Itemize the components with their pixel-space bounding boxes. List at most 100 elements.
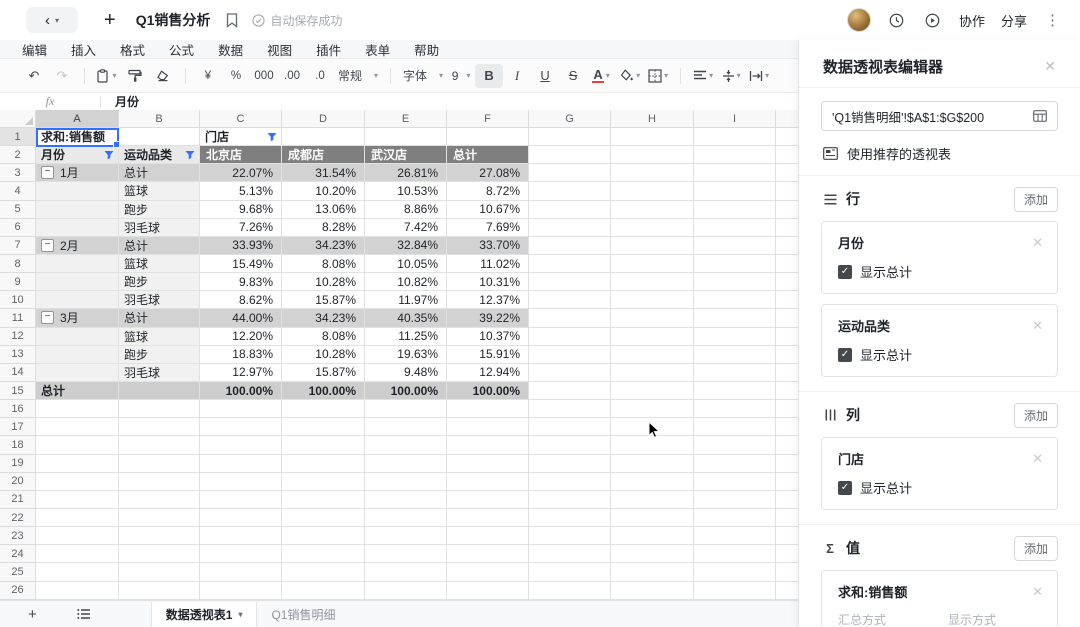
cell-J25[interactable] [776, 563, 798, 582]
cell-A20[interactable] [36, 472, 119, 491]
cell-E5[interactable]: 8.86% [365, 200, 447, 219]
row-header-8[interactable]: 8 [0, 254, 36, 274]
cell-F21[interactable] [447, 490, 529, 509]
cell-F2[interactable]: 总计 [447, 146, 529, 165]
cell-C10[interactable]: 8.62% [200, 291, 282, 310]
cell-H11[interactable] [611, 309, 694, 328]
cell-I18[interactable] [694, 436, 776, 455]
cell-F16[interactable] [447, 400, 529, 419]
cell-F13[interactable]: 15.91% [447, 345, 529, 364]
cell-H4[interactable] [611, 182, 694, 201]
cell-D2[interactable]: 成都店 [282, 146, 365, 165]
cell-J17[interactable] [776, 418, 798, 437]
cell-H25[interactable] [611, 563, 694, 582]
decrease-decimal-button[interactable]: .0 [306, 64, 334, 88]
cell-G24[interactable] [529, 545, 611, 564]
cell-H24[interactable] [611, 545, 694, 564]
cell-E15[interactable]: 100.00% [365, 381, 447, 401]
cell-I23[interactable] [694, 527, 776, 546]
column-header-D[interactable]: D [282, 110, 365, 128]
remove-field-icon[interactable]: ✕ [1032, 318, 1043, 334]
cell-C4[interactable]: 5.13% [200, 182, 282, 201]
cell-C17[interactable] [200, 418, 282, 437]
cell-E25[interactable] [365, 563, 447, 582]
cell-B10[interactable]: 羽毛球 [119, 291, 200, 310]
formula-bar[interactable]: fx 月份 [0, 93, 798, 111]
cell-H16[interactable] [611, 400, 694, 419]
increase-decimal-button[interactable]: .00 [278, 64, 306, 88]
cell-G7[interactable] [529, 236, 611, 255]
italic-button[interactable]: I [503, 64, 531, 88]
cell-H1[interactable] [611, 128, 694, 147]
currency-format-button[interactable]: ¥ [194, 64, 222, 88]
cell-B21[interactable] [119, 490, 200, 509]
back-button[interactable]: ‹ ▾ [26, 7, 78, 33]
cell-E19[interactable] [365, 454, 447, 473]
borders-button[interactable]: ▾ [644, 64, 672, 88]
thousands-separator-button[interactable]: 000 [250, 64, 278, 88]
cell-I6[interactable] [694, 218, 776, 237]
cell-D7[interactable]: 34.23% [282, 236, 365, 255]
cell-D1[interactable] [282, 128, 365, 147]
remove-field-icon[interactable]: ✕ [1032, 584, 1043, 600]
cell-G3[interactable] [529, 164, 611, 183]
strikethrough-button[interactable]: S [559, 64, 587, 88]
cell-A23[interactable] [36, 527, 119, 546]
cell-B26[interactable] [119, 581, 200, 600]
cell-F12[interactable]: 10.37% [447, 327, 529, 346]
row-header-10[interactable]: 10 [0, 291, 36, 310]
cell-J24[interactable] [776, 545, 798, 564]
row-header-15[interactable]: 15 [0, 381, 36, 401]
cell-H12[interactable] [611, 327, 694, 346]
cell-H26[interactable] [611, 581, 694, 600]
cell-E23[interactable] [365, 527, 447, 546]
cell-E17[interactable] [365, 418, 447, 437]
cell-B18[interactable] [119, 436, 200, 455]
add-sheet-button[interactable]: + [28, 606, 37, 623]
cell-E18[interactable] [365, 436, 447, 455]
cell-D22[interactable] [282, 508, 365, 528]
menu-item-4[interactable]: 数据 [218, 40, 243, 59]
cell-J9[interactable] [776, 273, 798, 292]
cell-B6[interactable]: 羽毛球 [119, 218, 200, 237]
clear-format-button[interactable] [149, 64, 177, 88]
cell-H8[interactable] [611, 254, 694, 274]
cell-A15[interactable]: 总计 [36, 381, 119, 401]
cell-E12[interactable]: 11.25% [365, 327, 447, 346]
cell-A16[interactable] [36, 400, 119, 419]
align-button[interactable]: ▾ [689, 64, 717, 88]
row-header-12[interactable]: 12 [0, 327, 36, 346]
cell-B25[interactable] [119, 563, 200, 582]
cell-E3[interactable]: 26.81% [365, 164, 447, 183]
cell-I25[interactable] [694, 563, 776, 582]
cell-J8[interactable] [776, 255, 798, 274]
cell-D3[interactable]: 31.54% [282, 164, 365, 183]
play-icon[interactable] [923, 10, 943, 30]
cell-G2[interactable] [529, 146, 611, 165]
cell-J23[interactable] [776, 527, 798, 546]
add-column-field-button[interactable]: 添加 [1013, 402, 1058, 428]
cell-J19[interactable] [776, 455, 798, 473]
cell-A9[interactable] [36, 273, 119, 292]
row-header-14[interactable]: 14 [0, 363, 36, 382]
cell-J18[interactable] [776, 436, 798, 455]
column-header-partial[interactable] [776, 110, 798, 128]
cell-J21[interactable] [776, 491, 798, 509]
collaborate-button[interactable]: 协作 [959, 11, 985, 30]
cell-B8[interactable]: 篮球 [119, 254, 200, 274]
cell-C22[interactable] [200, 508, 282, 528]
cell-J12[interactable] [776, 328, 798, 346]
cell-B13[interactable]: 跑步 [119, 345, 200, 364]
cell-A18[interactable] [36, 436, 119, 455]
cell-B17[interactable] [119, 418, 200, 437]
cell-F19[interactable] [447, 454, 529, 473]
cell-A21[interactable] [36, 490, 119, 509]
cell-F26[interactable] [447, 581, 529, 600]
row-header-9[interactable]: 9 [0, 273, 36, 292]
filter-funnel-icon[interactable] [104, 150, 118, 160]
menu-item-6[interactable]: 插件 [316, 40, 341, 59]
cell-A5[interactable] [36, 200, 119, 219]
cell-J11[interactable] [776, 309, 798, 328]
cell-A3[interactable]: −1月 [36, 164, 119, 183]
text-wrap-button[interactable]: ▾ [745, 64, 773, 88]
